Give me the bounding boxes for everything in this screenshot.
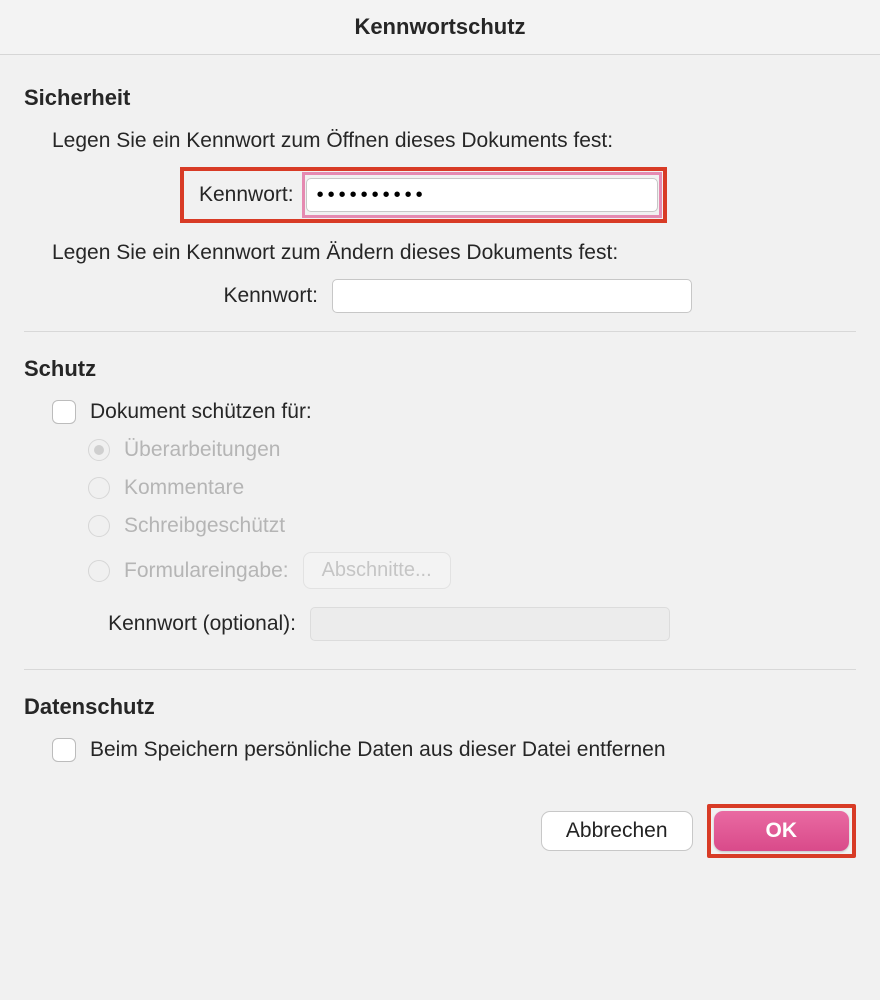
- remove-personal-checkbox[interactable]: [52, 738, 76, 762]
- dialog-title: Kennwortschutz: [0, 0, 880, 55]
- optional-password-label: Kennwort (optional):: [52, 612, 310, 636]
- open-password-field-highlight: [302, 172, 662, 218]
- modify-password-label: Kennwort:: [152, 284, 332, 308]
- ok-button-highlight: OK: [707, 804, 857, 858]
- radio-forms: [88, 560, 110, 582]
- optional-password-input: [310, 607, 670, 641]
- security-heading: Sicherheit: [24, 85, 856, 111]
- privacy-heading: Datenschutz: [24, 694, 856, 720]
- remove-personal-label: Beim Speichern persönliche Daten aus die…: [90, 738, 666, 762]
- open-password-description: Legen Sie ein Kennwort zum Öffnen dieses…: [52, 129, 856, 153]
- ok-button[interactable]: OK: [714, 811, 850, 851]
- open-password-highlight: Kennwort:: [180, 167, 667, 223]
- open-password-label: Kennwort:: [185, 177, 302, 213]
- protection-heading: Schutz: [24, 356, 856, 382]
- radio-revisions: [88, 439, 110, 461]
- radio-revisions-label: Überarbeitungen: [124, 438, 280, 462]
- protect-document-checkbox[interactable]: [52, 400, 76, 424]
- divider: [24, 669, 856, 670]
- open-password-input[interactable]: [306, 178, 658, 212]
- radio-readonly: [88, 515, 110, 537]
- radio-readonly-label: Schreibgeschützt: [124, 514, 285, 538]
- radio-comments: [88, 477, 110, 499]
- radio-forms-label: Formulareingabe:: [124, 559, 289, 583]
- modify-password-description: Legen Sie ein Kennwort zum Ändern dieses…: [52, 241, 856, 265]
- modify-password-input[interactable]: [332, 279, 692, 313]
- radio-comments-label: Kommentare: [124, 476, 244, 500]
- protect-document-label: Dokument schützen für:: [90, 400, 312, 424]
- divider: [24, 331, 856, 332]
- cancel-button[interactable]: Abbrechen: [541, 811, 693, 851]
- sections-button: Abschnitte...: [303, 552, 451, 589]
